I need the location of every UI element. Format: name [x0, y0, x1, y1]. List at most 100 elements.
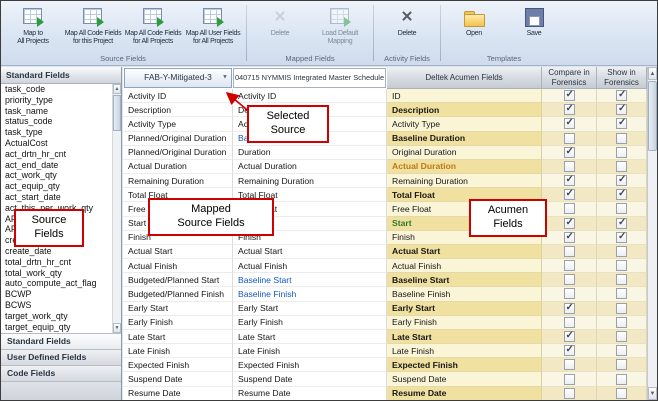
show-checkbox[interactable]: [616, 90, 627, 101]
mapped-field-cell[interactable]: Early Finish: [233, 316, 387, 330]
field-list-item[interactable]: BCWP: [1, 289, 121, 300]
sidebar-tab-user-defined-fields[interactable]: User Defined Fields: [1, 349, 121, 365]
field-list-item[interactable]: act_equip_qty: [1, 181, 121, 192]
field-list-item[interactable]: act_drtn_hr_cnt: [1, 149, 121, 160]
compare-checkbox[interactable]: [564, 218, 575, 229]
compare-checkbox[interactable]: [564, 388, 575, 399]
field-list-item[interactable]: act_end_date: [1, 160, 121, 171]
sidebar-scrollbar[interactable]: ▲ ▼: [112, 84, 121, 333]
field-list-item[interactable]: total_drtn_hr_cnt: [1, 257, 121, 268]
compare-checkbox[interactable]: [564, 260, 575, 271]
show-checkbox[interactable]: [616, 345, 627, 356]
field-list-item[interactable]: act_start_date: [1, 192, 121, 203]
show-checkbox[interactable]: [616, 147, 627, 158]
show-checkbox[interactable]: [616, 303, 627, 314]
show-checkbox[interactable]: [616, 288, 627, 299]
compare-checkbox[interactable]: [564, 288, 575, 299]
mapped-field-cell[interactable]: Activity ID: [233, 89, 387, 103]
delete-button[interactable]: Delete: [377, 2, 437, 53]
show-checkbox[interactable]: [616, 317, 627, 328]
mapped-field-cell[interactable]: Actual Duration: [233, 160, 387, 174]
compare-checkbox[interactable]: [564, 374, 575, 385]
show-checkbox[interactable]: [616, 175, 627, 186]
source-field-cell[interactable]: Early Finish: [123, 316, 233, 330]
show-checkbox[interactable]: [616, 274, 627, 285]
scroll-up-icon[interactable]: ▲: [113, 84, 121, 94]
mapped-field-cell[interactable]: Remaining Duration: [233, 174, 387, 188]
scroll-down-icon[interactable]: ▼: [648, 387, 657, 400]
mapped-field-cell[interactable]: Resume Date: [233, 387, 387, 401]
source-field-cell[interactable]: Suspend Date: [123, 372, 233, 386]
compare-checkbox[interactable]: [564, 133, 575, 144]
source-field-cell[interactable]: Expected Finish: [123, 358, 233, 372]
sidebar-tab-standard-fields[interactable]: Standard Fields: [1, 333, 121, 349]
scroll-up-icon[interactable]: ▲: [648, 67, 657, 80]
compare-checkbox[interactable]: [564, 232, 575, 243]
mapped-field-cell[interactable]: Actual Start: [233, 245, 387, 259]
mapped-field-cell[interactable]: Late Finish: [233, 344, 387, 358]
source-field-cell[interactable]: Activity Type: [123, 117, 233, 131]
field-list-item[interactable]: target_equip_qty: [1, 322, 121, 333]
map-all-code-fields-for-all-projects-button[interactable]: Map All Code Fieldsfor All Projects: [123, 2, 183, 53]
compare-checkbox[interactable]: [564, 118, 575, 129]
show-checkbox[interactable]: [616, 246, 627, 257]
scrollbar-thumb[interactable]: [648, 81, 657, 151]
show-checkbox[interactable]: [616, 388, 627, 399]
mapped-field-cell[interactable]: Early Start: [233, 302, 387, 316]
compare-checkbox[interactable]: [564, 147, 575, 158]
field-list-item[interactable]: target_work_qty: [1, 311, 121, 322]
compare-checkbox[interactable]: [564, 303, 575, 314]
compare-checkbox[interactable]: [564, 331, 575, 342]
selected-source-dropdown[interactable]: FAB-Y-Mitigated-3 ▼: [124, 68, 232, 88]
field-list-item[interactable]: auto_compute_act_flag: [1, 278, 121, 289]
compare-checkbox[interactable]: [564, 317, 575, 328]
compare-checkbox[interactable]: [564, 161, 575, 172]
open-button[interactable]: Open: [444, 2, 504, 53]
field-list-item[interactable]: task_name: [1, 106, 121, 117]
source-field-cell[interactable]: Planned/Original Duration: [123, 146, 233, 160]
compare-checkbox[interactable]: [564, 189, 575, 200]
compare-checkbox[interactable]: [564, 359, 575, 370]
source-field-cell[interactable]: Actual Duration: [123, 160, 233, 174]
mapped-field-cell[interactable]: Expected Finish: [233, 358, 387, 372]
compare-checkbox[interactable]: [564, 90, 575, 101]
field-list-item[interactable]: status_code: [1, 116, 121, 127]
mapped-field-cell[interactable]: Late Start: [233, 330, 387, 344]
delete-button[interactable]: Delete: [250, 2, 310, 53]
compare-checkbox[interactable]: [564, 175, 575, 186]
show-checkbox[interactable]: [616, 374, 627, 385]
source-field-cell[interactable]: Resume Date: [123, 387, 233, 401]
save-button[interactable]: Save: [504, 2, 564, 53]
field-list-item[interactable]: total_work_qty: [1, 268, 121, 279]
show-checkbox[interactable]: [616, 118, 627, 129]
mapped-field-cell[interactable]: Duration: [233, 146, 387, 160]
field-list-item[interactable]: task_code: [1, 84, 121, 95]
mapped-field-cell[interactable]: Actual Finish: [233, 259, 387, 273]
source-field-cell[interactable]: Planned/Original Duration: [123, 132, 233, 146]
map-to-all-projects-button[interactable]: Map toAll Projects: [3, 2, 63, 53]
mapped-field-cell[interactable]: Suspend Date: [233, 372, 387, 386]
source-field-cell[interactable]: Actual Start: [123, 245, 233, 259]
sidebar-tab-code-fields[interactable]: Code Fields: [1, 365, 121, 381]
source-field-cell[interactable]: Late Finish: [123, 344, 233, 358]
compare-checkbox[interactable]: [564, 345, 575, 356]
source-field-cell[interactable]: Activity ID: [123, 89, 233, 103]
show-checkbox[interactable]: [616, 232, 627, 243]
show-checkbox[interactable]: [616, 359, 627, 370]
show-checkbox[interactable]: [616, 218, 627, 229]
show-checkbox[interactable]: [616, 203, 627, 214]
source-field-cell[interactable]: Remaining Duration: [123, 174, 233, 188]
source-field-cell[interactable]: Early Start: [123, 302, 233, 316]
scrollbar-thumb[interactable]: [113, 95, 121, 131]
show-checkbox[interactable]: [616, 104, 627, 115]
scroll-down-icon[interactable]: ▼: [113, 323, 121, 333]
main-scrollbar[interactable]: ▲ ▼: [647, 67, 657, 400]
compare-checkbox[interactable]: [564, 104, 575, 115]
compare-checkbox[interactable]: [564, 203, 575, 214]
mapped-field-cell[interactable]: Baseline Start: [233, 273, 387, 287]
source-field-cell[interactable]: Description: [123, 103, 233, 117]
second-source-header[interactable]: 040715 NYMMIS Integrated Master Schedule: [233, 68, 386, 88]
compare-checkbox[interactable]: [564, 246, 575, 257]
field-list-item[interactable]: task_type: [1, 127, 121, 138]
source-field-cell[interactable]: Actual Finish: [123, 259, 233, 273]
